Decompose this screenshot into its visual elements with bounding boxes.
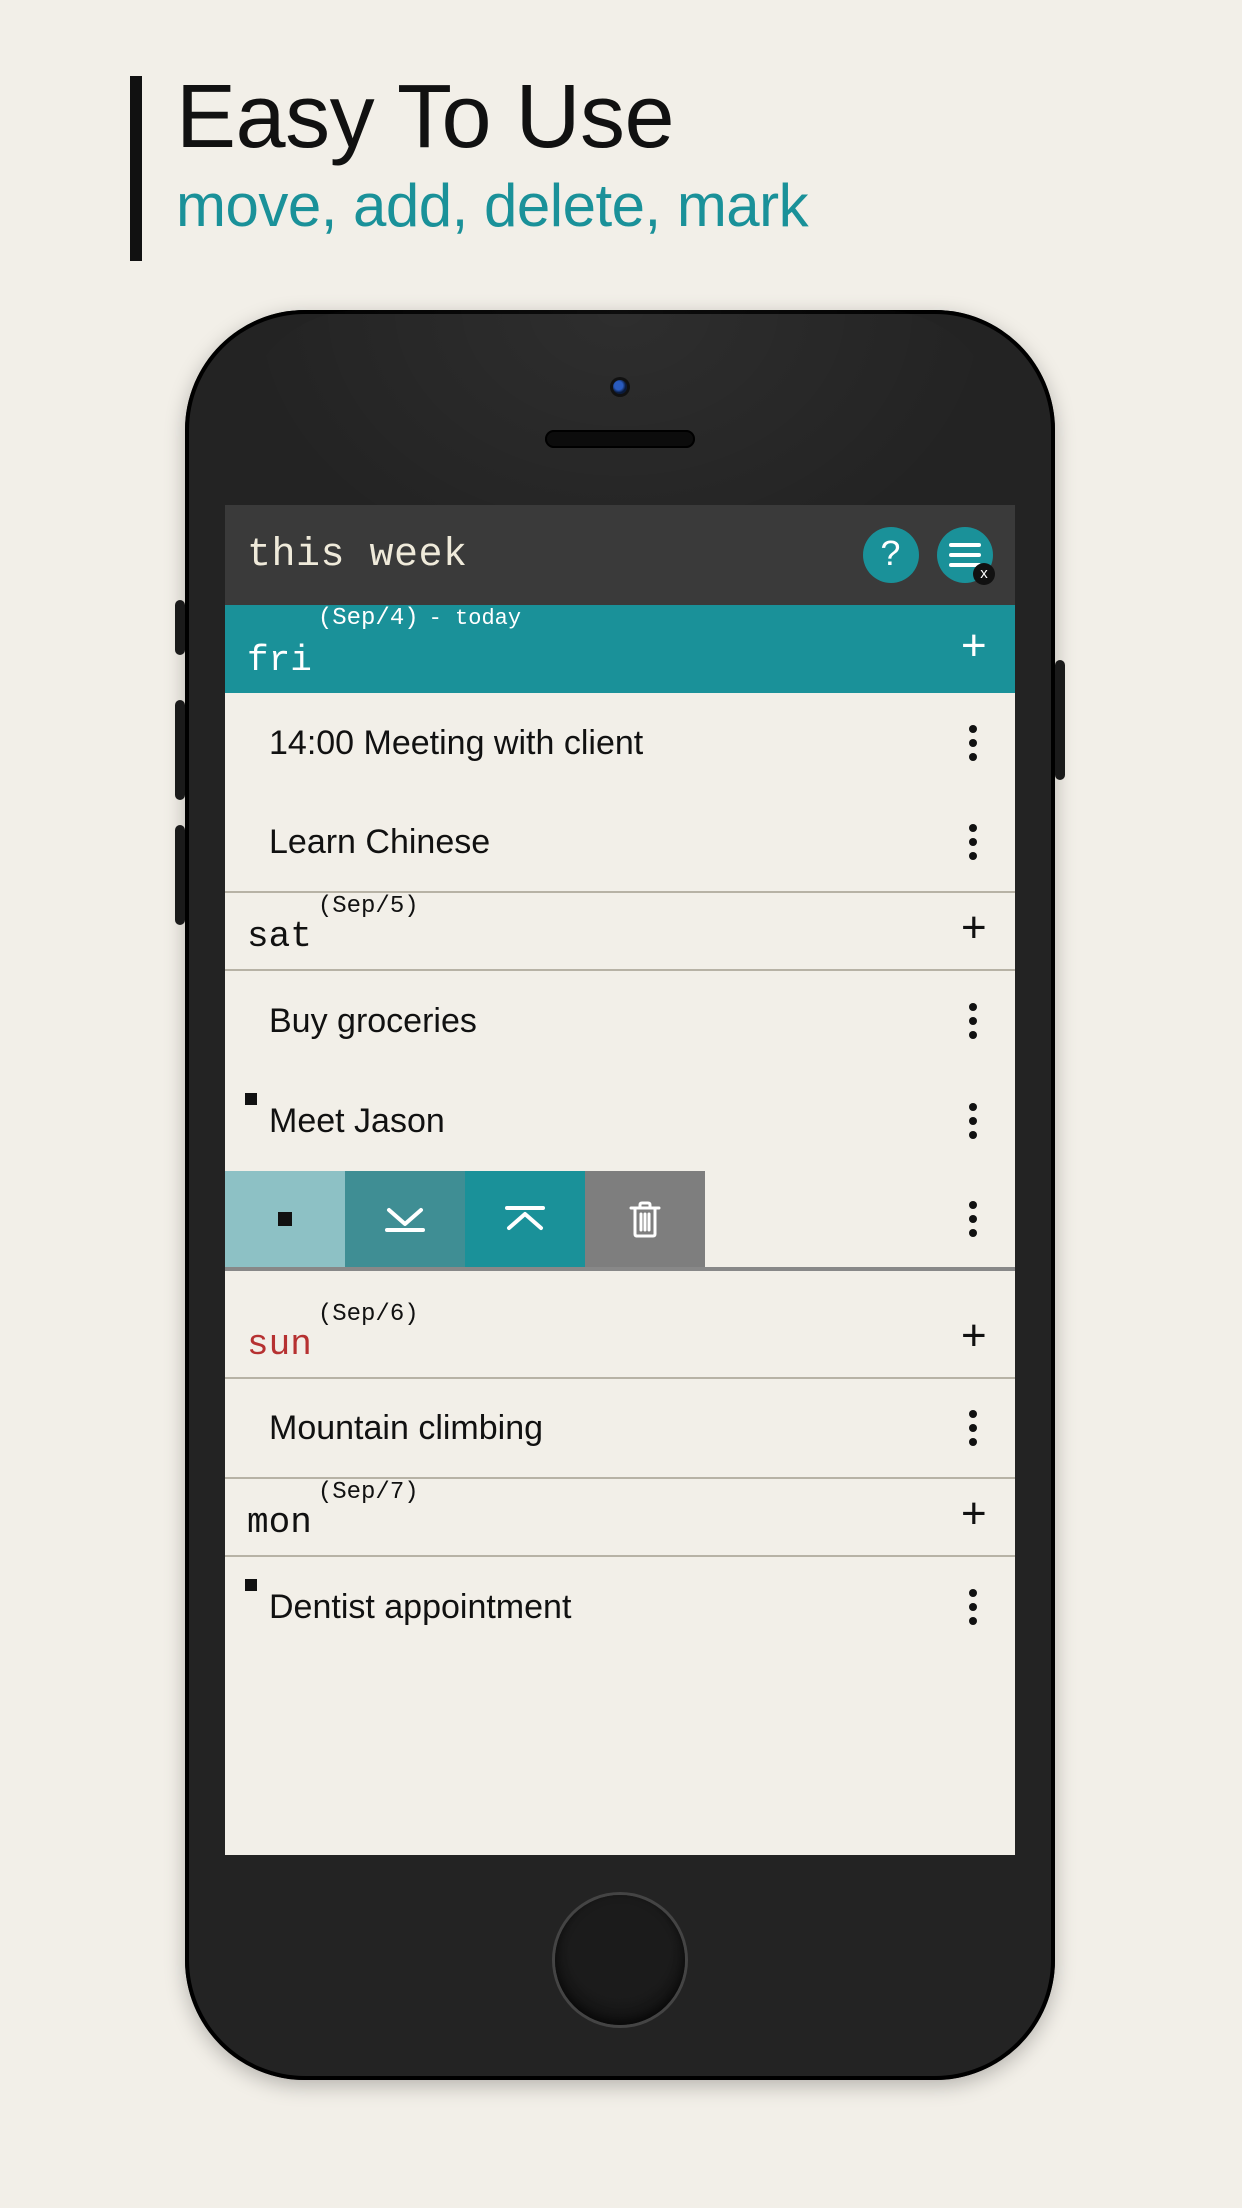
- task-row[interactable]: Dentist appointment: [225, 1557, 1015, 1657]
- task-text: Learn Chinese: [269, 823, 490, 862]
- app-screen: this week ? x fri (Sep/4) - today + 14:0…: [225, 505, 1015, 1855]
- more-icon[interactable]: [969, 1603, 977, 1611]
- phone-frame: this week ? x fri (Sep/4) - today + 14:0…: [185, 310, 1055, 2080]
- task-text: Meet Jason: [269, 1102, 445, 1141]
- menu-button[interactable]: x: [937, 527, 993, 583]
- day-header-fri[interactable]: fri (Sep/4) - today +: [225, 605, 1015, 693]
- promo-headline: Easy To Use move, add, delete, mark: [130, 70, 808, 261]
- arrow-up-to-line-icon: [503, 1204, 547, 1234]
- add-task-button[interactable]: +: [961, 909, 987, 953]
- day-tag: - today: [429, 606, 521, 631]
- day-date: (Sep/4): [318, 605, 419, 632]
- task-action-bar: [225, 1171, 1015, 1271]
- phone-power-button: [1055, 660, 1065, 780]
- task-row[interactable]: 14:00 Meeting with client: [225, 693, 1015, 793]
- day-header-sun[interactable]: sun (Sep/6) +: [225, 1301, 1015, 1379]
- delete-action[interactable]: [585, 1171, 705, 1267]
- day-name: mon: [247, 1502, 312, 1543]
- day-header-mon[interactable]: mon (Sep/7) +: [225, 1479, 1015, 1557]
- phone-mute-switch: [175, 600, 185, 655]
- day-date: (Sep/7): [318, 1479, 419, 1506]
- task-row[interactable]: Learn Chinese: [225, 793, 1015, 893]
- add-task-button[interactable]: +: [961, 1495, 987, 1539]
- task-text: 14:00 Meeting with client: [269, 724, 643, 763]
- more-icon[interactable]: [969, 838, 977, 846]
- phone-camera: [613, 380, 627, 394]
- task-text: Mountain climbing: [269, 1409, 543, 1448]
- task-text: Buy groceries: [269, 1002, 477, 1041]
- task-row[interactable]: Buy groceries: [225, 971, 1015, 1071]
- add-task-button[interactable]: +: [961, 627, 987, 671]
- task-row[interactable]: Meet Jason: [225, 1071, 1015, 1171]
- task-mark-icon: [245, 1093, 257, 1105]
- day-name: sun: [247, 1324, 312, 1365]
- headline-bar: [130, 76, 142, 261]
- menu-icon: [949, 553, 981, 557]
- phone-volume-up: [175, 700, 185, 800]
- more-icon[interactable]: [969, 1117, 977, 1125]
- more-icon[interactable]: [969, 1215, 977, 1223]
- more-icon[interactable]: [969, 1017, 977, 1025]
- headline-title: Easy To Use: [176, 70, 808, 165]
- more-icon[interactable]: [969, 1424, 977, 1432]
- day-name: fri: [247, 640, 312, 681]
- day-date: (Sep/5): [318, 893, 419, 920]
- square-icon: [278, 1212, 292, 1226]
- task-mark-icon: [245, 1579, 257, 1591]
- help-button[interactable]: ?: [863, 527, 919, 583]
- phone-home-button: [555, 1895, 685, 2025]
- app-header: this week ? x: [225, 505, 1015, 605]
- day-name: sat: [247, 916, 312, 957]
- day-header-sat[interactable]: sat (Sep/5) +: [225, 893, 1015, 971]
- move-down-action[interactable]: [345, 1171, 465, 1267]
- task-text: Dentist appointment: [269, 1588, 571, 1627]
- app-title: this week: [247, 533, 845, 578]
- more-icon[interactable]: [969, 739, 977, 747]
- help-icon: ?: [880, 535, 902, 576]
- mark-action[interactable]: [225, 1171, 345, 1267]
- arrow-down-to-line-icon: [383, 1204, 427, 1234]
- add-task-button[interactable]: +: [961, 1317, 987, 1361]
- phone-volume-down: [175, 825, 185, 925]
- move-up-action[interactable]: [465, 1171, 585, 1267]
- phone-speaker: [545, 430, 695, 448]
- spacer: [225, 1271, 1015, 1301]
- close-badge-icon: x: [973, 563, 995, 585]
- headline-subtitle: move, add, delete, mark: [176, 171, 808, 240]
- task-row[interactable]: Mountain climbing: [225, 1379, 1015, 1479]
- day-date: (Sep/6): [318, 1301, 419, 1328]
- trash-icon: [629, 1200, 661, 1238]
